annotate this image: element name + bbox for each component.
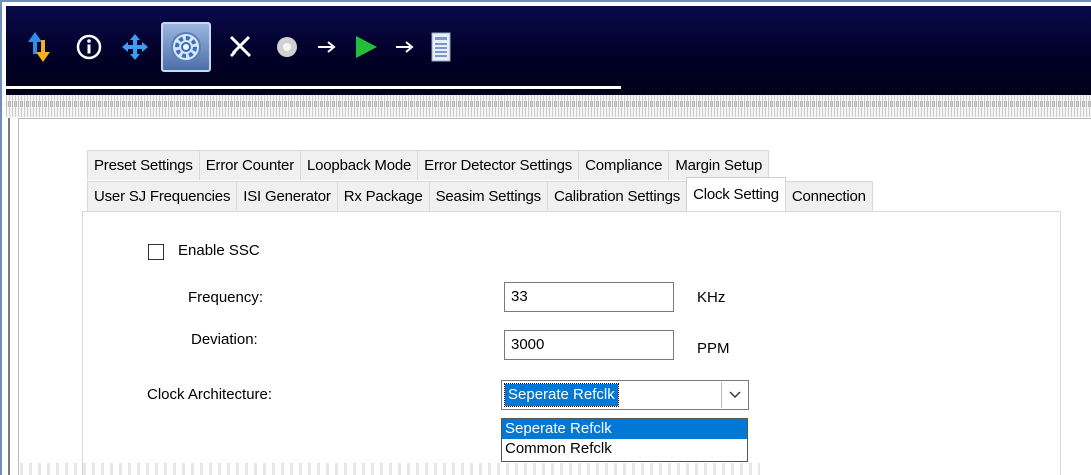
tab-loopback-mode[interactable]: Loopback Mode — [300, 150, 419, 180]
tab-rx-package[interactable]: Rx Package — [336, 181, 430, 211]
tools-icon[interactable] — [219, 26, 261, 68]
tab-error-counter[interactable]: Error Counter — [198, 150, 301, 180]
play-icon[interactable] — [344, 26, 386, 68]
frequency-label: Frequency: — [188, 289, 264, 306]
tab-margin-setup[interactable]: Margin Setup — [668, 150, 770, 180]
enable-ssc-label: Enable SSC — [178, 242, 260, 259]
arrow-right-icon — [306, 26, 348, 68]
toolbar-underline — [6, 86, 621, 89]
tab-connection[interactable]: Connection — [784, 181, 873, 211]
clock-architecture-dropdown: Seperate Refclk Common Refclk — [501, 418, 748, 462]
tab-seasim-settings[interactable]: Seasim Settings — [428, 181, 548, 211]
toolbar — [6, 6, 1091, 95]
tab-user-sj-frequencies[interactable]: User SJ Frequencies — [87, 181, 238, 211]
tab-compliance[interactable]: Compliance — [578, 150, 670, 180]
chevron-down-icon[interactable] — [721, 382, 747, 408]
tab-error-detector-settings[interactable]: Error Detector Settings — [417, 150, 580, 180]
dropdown-option-seperate-refclk[interactable]: Seperate Refclk — [502, 419, 747, 439]
transfer-icon[interactable] — [18, 26, 60, 68]
tab-calibration-settings[interactable]: Calibration Settings — [546, 181, 688, 211]
tab-isi-generator[interactable]: ISI Generator — [236, 181, 338, 211]
power-icon[interactable] — [266, 26, 308, 68]
deviation-unit: PPM — [697, 340, 730, 357]
deviation-input[interactable]: 3000 — [504, 330, 674, 360]
clock-architecture-selected: Seperate Refclk — [504, 383, 619, 407]
enable-ssc-checkbox[interactable] — [148, 244, 164, 260]
clock-architecture-label: Clock Architecture: — [147, 386, 273, 403]
tab-clock-setting[interactable]: Clock Setting — [686, 177, 786, 211]
move-icon[interactable] — [114, 26, 156, 68]
tab-row-2: User SJ Frequencies ISI Generator Rx Pac… — [87, 177, 873, 211]
background-ghost-text — [20, 463, 760, 475]
left-edge — [8, 118, 10, 475]
report-icon[interactable] — [420, 26, 462, 68]
frequency-input[interactable]: 33 — [504, 282, 674, 312]
frequency-unit: KHz — [697, 289, 726, 306]
settings-gear-icon[interactable] — [161, 22, 211, 72]
info-icon[interactable] — [68, 26, 110, 68]
tab-row-1: Preset Settings Error Counter Loopback M… — [87, 150, 770, 180]
clock-architecture-select[interactable]: Seperate Refclk — [501, 380, 749, 410]
splitter-band[interactable] — [6, 95, 1091, 117]
deviation-label: Deviation: — [191, 331, 258, 348]
tab-preset-settings[interactable]: Preset Settings — [87, 150, 200, 180]
dropdown-option-common-refclk[interactable]: Common Refclk — [502, 439, 747, 459]
